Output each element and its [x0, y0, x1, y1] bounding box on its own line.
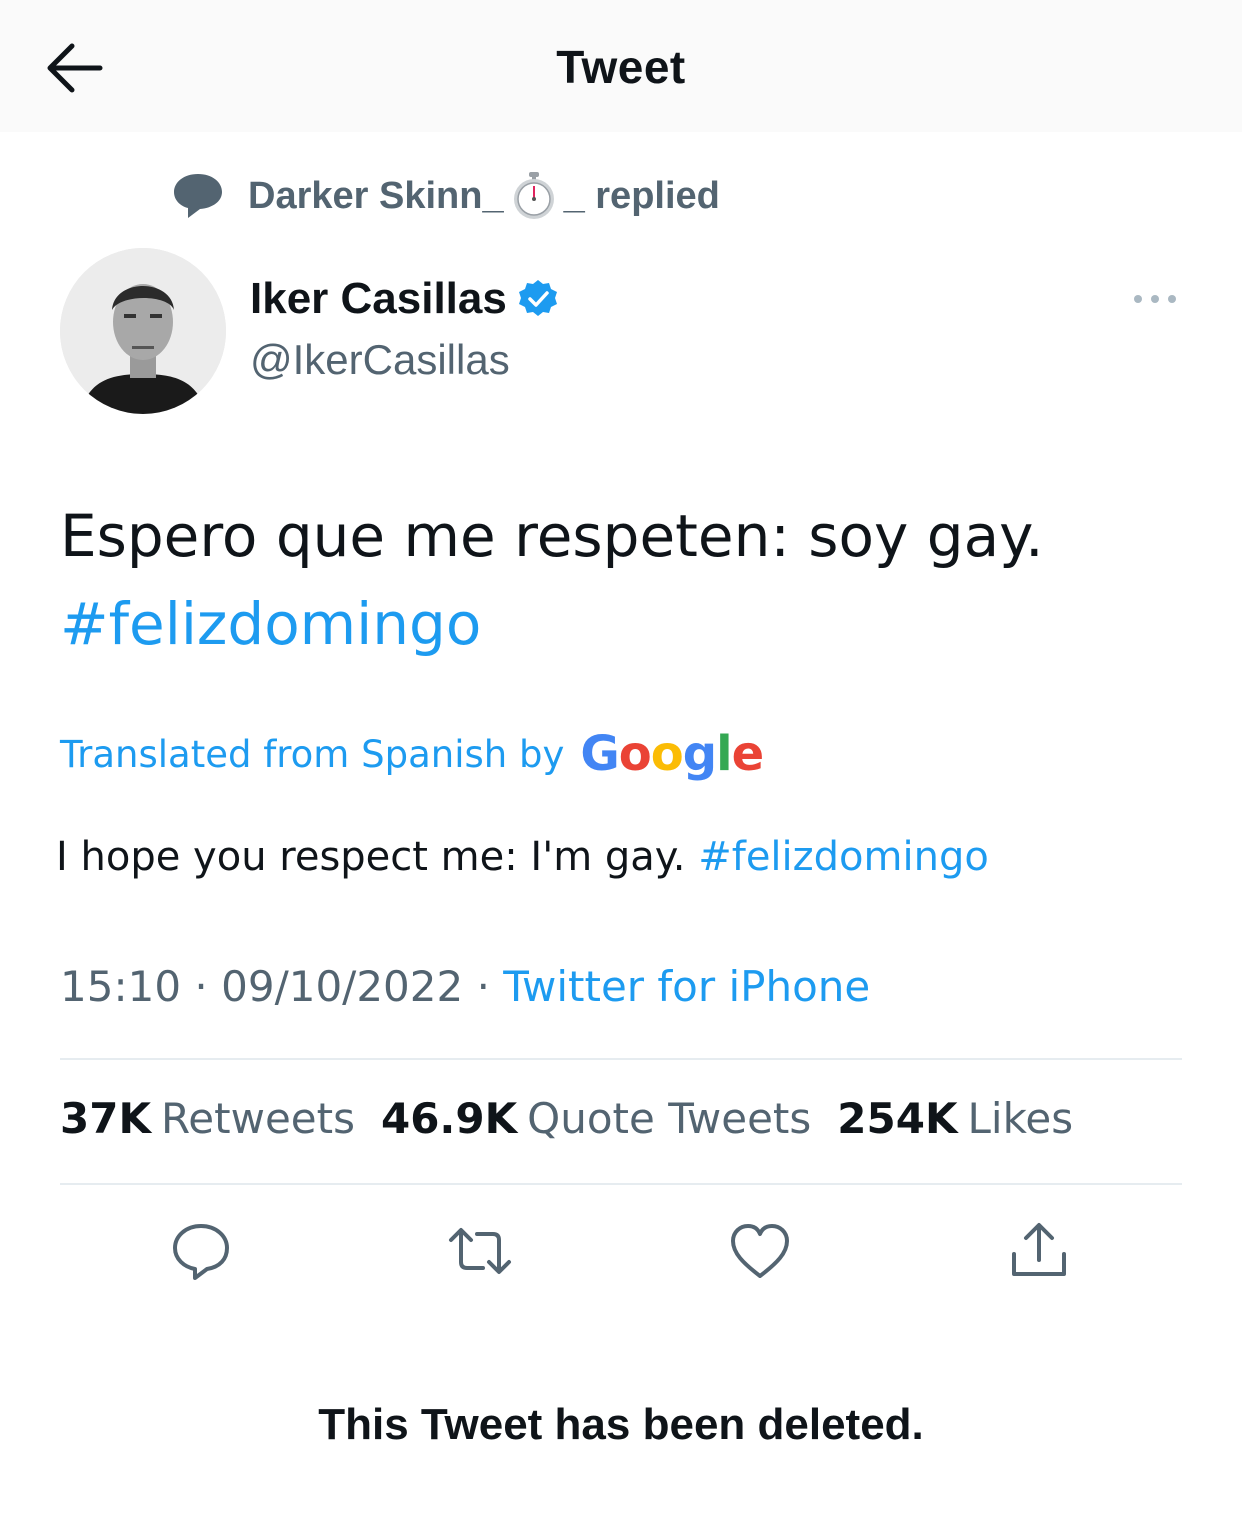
tweet-date: 09/10/2022 — [221, 962, 464, 1011]
top-navigation-bar: Tweet — [0, 0, 1242, 132]
reply-context-suffix: _ replied — [563, 174, 720, 217]
retweet-icon[interactable] — [447, 1218, 513, 1284]
stopwatch-icon — [513, 172, 554, 219]
avatar[interactable] — [60, 248, 226, 414]
author-handle[interactable]: @IkerCasillas — [250, 336, 510, 384]
reply-context[interactable]: Darker Skinn_ _ replied — [170, 170, 720, 222]
verified-badge-icon — [518, 280, 557, 316]
engagement-stats: 37K Retweets 46.9K Quote Tweets 254K Likes — [60, 1094, 1099, 1143]
likes-stat[interactable]: 254K Likes — [837, 1094, 1073, 1143]
meta-separator: · — [194, 962, 208, 1011]
tweet-source-link[interactable]: Twitter for iPhone — [503, 962, 870, 1011]
tweet-time: 15:10 — [60, 962, 182, 1011]
translated-text-body: I hope you respect me: I'm gay. — [56, 834, 686, 880]
tweet-hashtag-link[interactable]: #felizdomingo — [60, 580, 1180, 668]
reply-context-prefix: Darker Skinn_ — [248, 174, 504, 217]
meta-separator: · — [476, 962, 490, 1011]
deleted-tweet-notice: This Tweet has been deleted. — [318, 1400, 924, 1449]
translated-hashtag-link[interactable]: #felizdomingo — [698, 834, 989, 880]
quote-tweets-stat[interactable]: 46.9K Quote Tweets — [381, 1094, 811, 1143]
reply-icon[interactable] — [168, 1218, 234, 1284]
translation-label: Translated from Spanish by — [60, 732, 565, 776]
author-name-text: Iker Casillas — [250, 274, 507, 323]
like-icon[interactable] — [727, 1218, 793, 1284]
retweets-stat[interactable]: 37K Retweets — [60, 1094, 355, 1143]
share-icon[interactable] — [1006, 1218, 1072, 1284]
tweet-text-body: Espero que me respeten: soy gay. — [60, 502, 1044, 570]
page-title: Tweet — [556, 41, 686, 93]
tweet-text: Espero que me respeten: soy gay. #felizd… — [60, 492, 1180, 668]
tweet-metadata: 15:10 · 09/10/2022 · Twitter for iPhone — [60, 962, 870, 1011]
google-logo: Google — [580, 726, 764, 782]
translated-tweet-text: I hope you respect me: I'm gay. #felizdo… — [56, 834, 989, 880]
more-options-icon[interactable] — [1130, 286, 1180, 312]
chat-bubble-icon — [174, 174, 222, 218]
author-name[interactable]: Iker Casillas — [250, 274, 559, 324]
translation-attribution[interactable]: Translated from Spanish by Google — [60, 726, 764, 782]
divider — [60, 1058, 1182, 1060]
divider — [60, 1183, 1182, 1185]
